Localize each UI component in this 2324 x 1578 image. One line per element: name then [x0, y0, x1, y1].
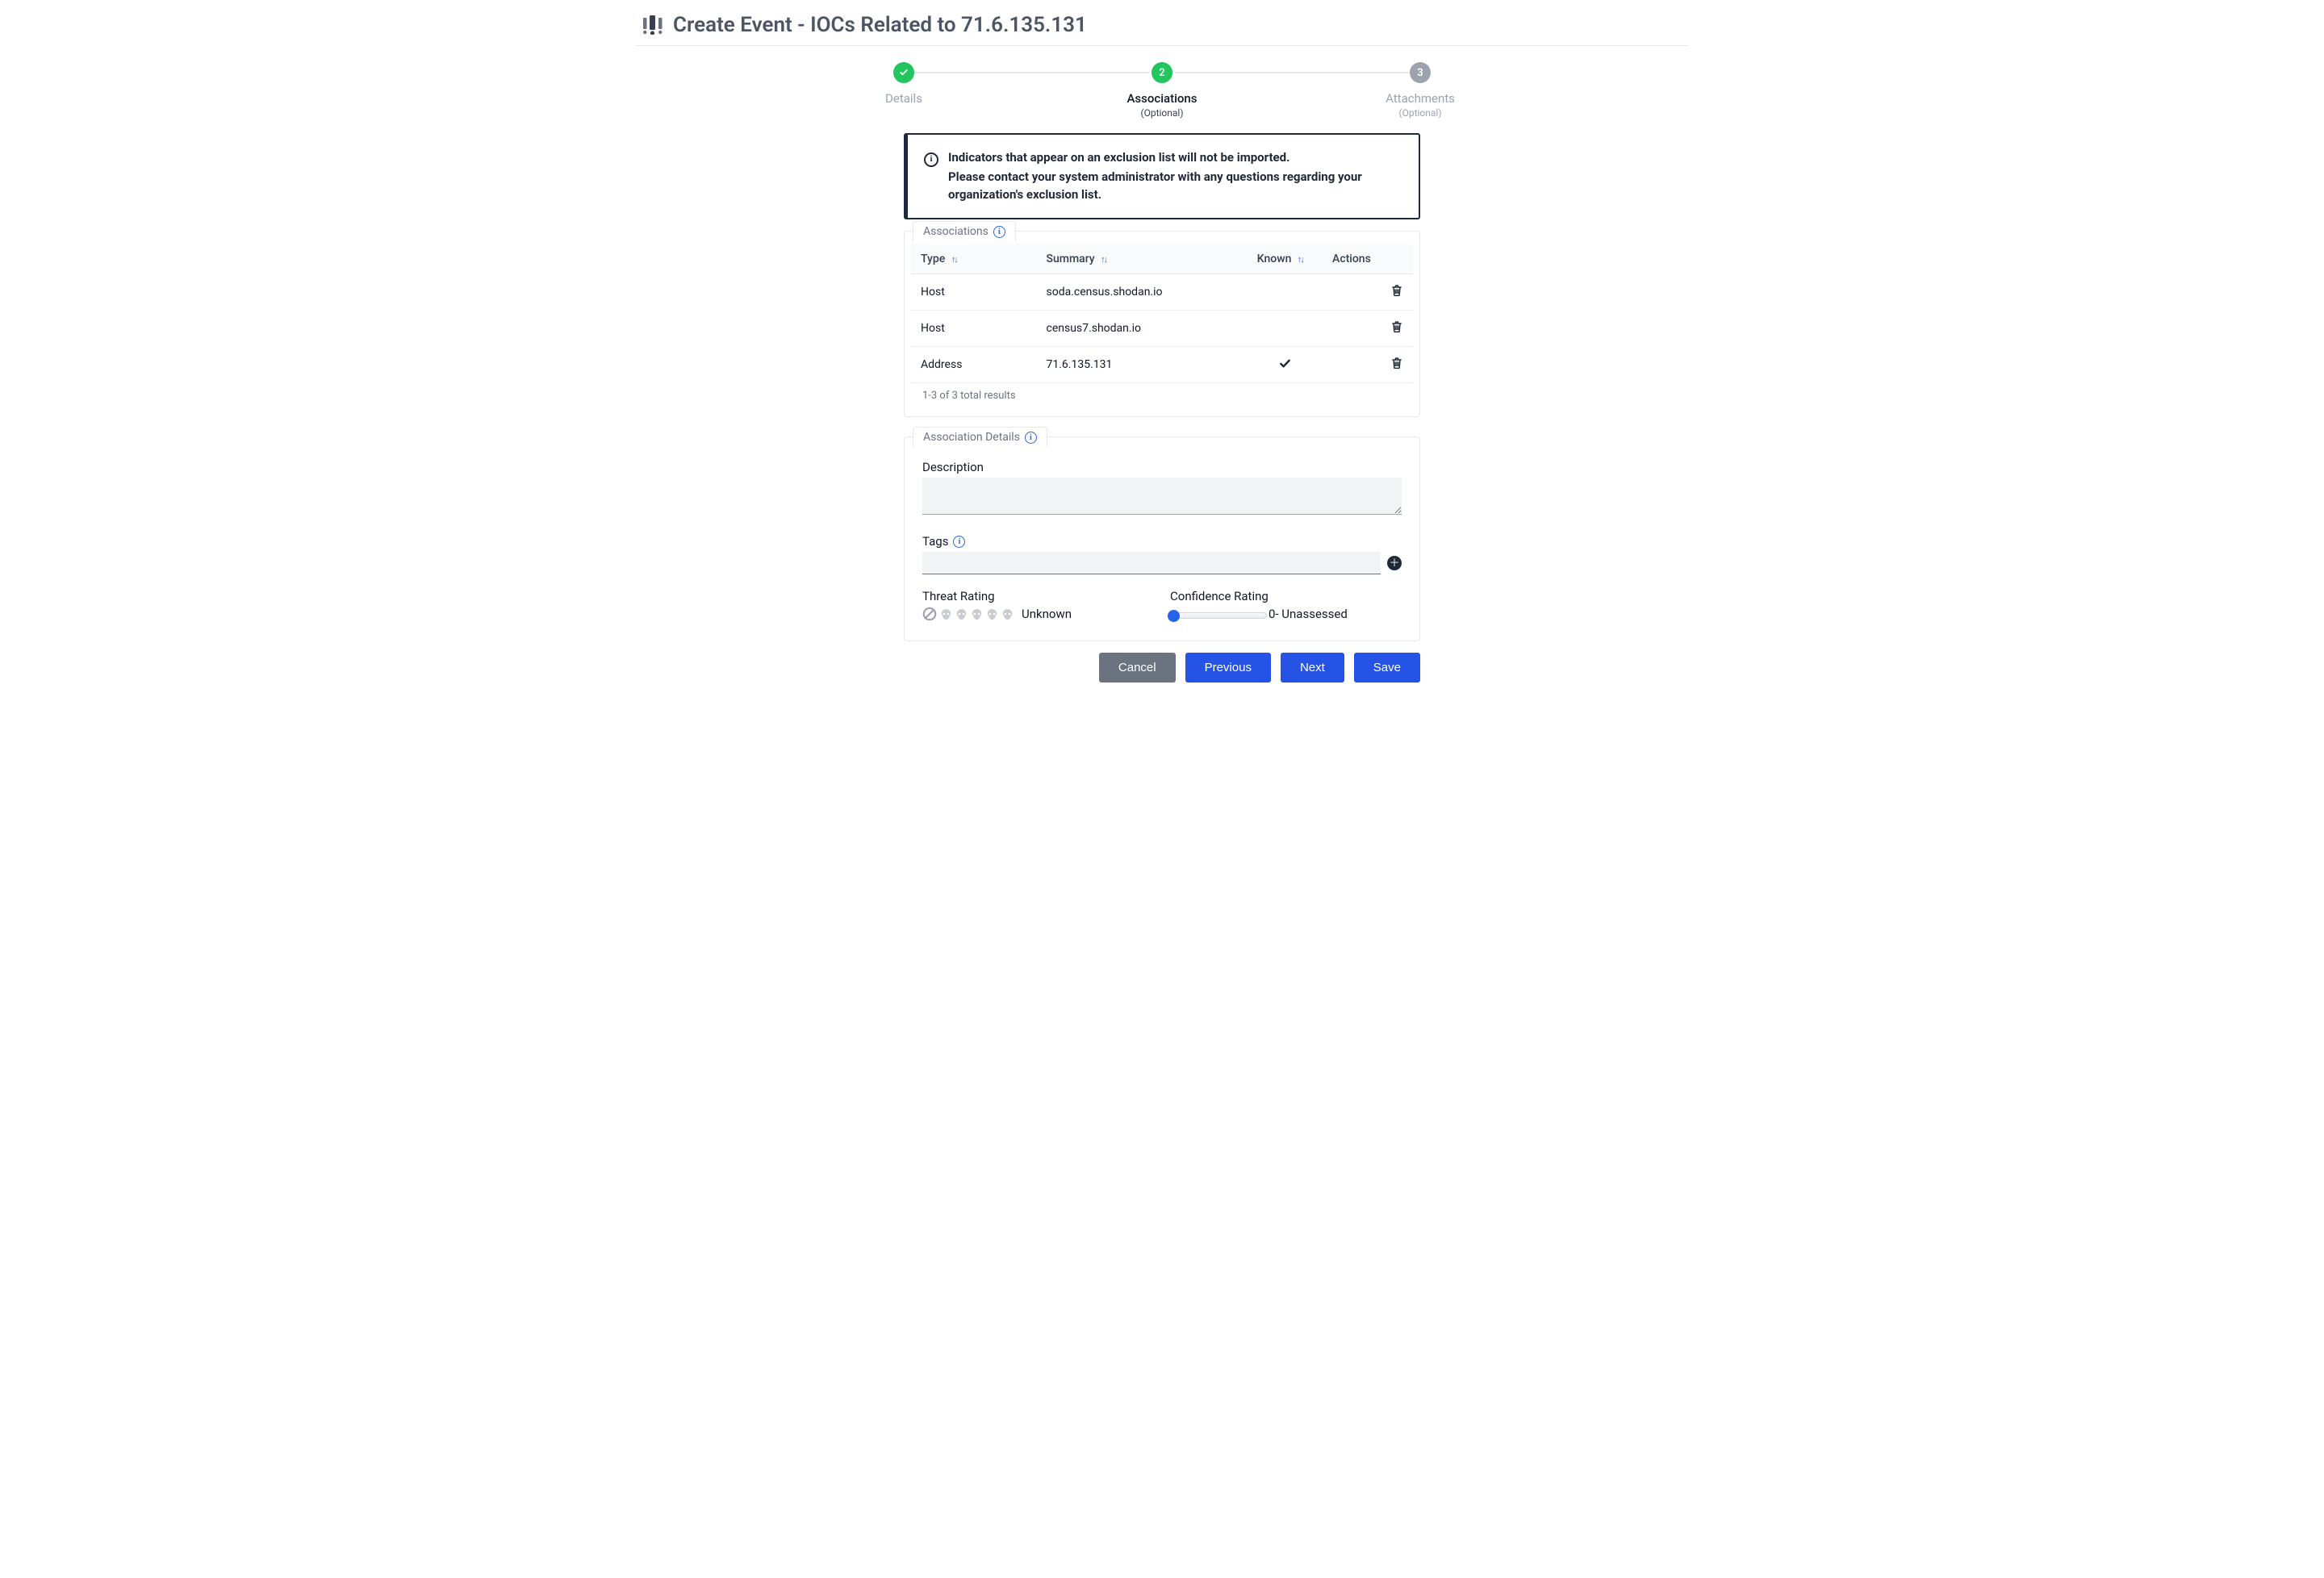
step-attachments[interactable]: 3 Attachments (Optional) — [1348, 62, 1493, 119]
step-label: Details — [885, 91, 922, 106]
delete-row-button[interactable] — [1390, 320, 1403, 333]
step-number: 3 — [1410, 62, 1431, 83]
skull-icon[interactable] — [940, 608, 952, 620]
add-tag-button[interactable]: ＋ — [1387, 556, 1402, 570]
threat-rating-label: Threat Rating — [922, 589, 1154, 603]
cell-summary: soda.census.shodan.io — [1037, 274, 1248, 311]
notice-line: Indicators that appear on an exclusion l… — [948, 149, 1402, 167]
step-label: Attachments — [1386, 91, 1455, 106]
info-icon[interactable]: i — [1025, 432, 1037, 444]
cell-type: Host — [911, 274, 1037, 311]
info-icon[interactable]: i — [993, 226, 1005, 238]
prohibited-icon[interactable] — [922, 607, 937, 621]
exclusion-notice: i Indicators that appear on an exclusion… — [904, 133, 1420, 219]
step-label: Associations — [1126, 91, 1197, 106]
column-header-actions: Actions — [1323, 244, 1413, 274]
info-icon[interactable]: i — [953, 536, 965, 548]
panel-tab-associations[interactable]: Associations i — [913, 221, 1016, 241]
associations-panel: Associations i Type ↑↓ Summary ↑↓ — [904, 231, 1420, 417]
column-header-summary[interactable]: Summary ↑↓ — [1037, 244, 1248, 274]
tab-text: Associations — [923, 225, 989, 238]
table-row[interactable]: Hostcensus7.shodan.io — [911, 311, 1413, 347]
tags-input[interactable] — [922, 552, 1381, 574]
cell-summary: 71.6.135.131 — [1037, 347, 1248, 383]
cell-known — [1248, 311, 1323, 347]
cell-known — [1248, 274, 1323, 311]
table-row[interactable]: Hostsoda.census.shodan.io — [911, 274, 1413, 311]
step-associations[interactable]: 2 Associations (Optional) — [1089, 62, 1235, 119]
column-header-known[interactable]: Known ↑↓ — [1248, 244, 1323, 274]
step-sublabel: (Optional) — [1398, 107, 1441, 119]
cell-type: Host — [911, 311, 1037, 347]
step-number: 2 — [1152, 62, 1172, 83]
delete-row-button[interactable] — [1390, 284, 1403, 297]
associations-table: Type ↑↓ Summary ↑↓ Known ↑↓ — [911, 244, 1413, 383]
step-sublabel: (Optional) — [1140, 107, 1183, 119]
cancel-button[interactable]: Cancel — [1099, 653, 1176, 683]
sort-icon: ↑↓ — [951, 254, 957, 265]
cell-known — [1248, 347, 1323, 383]
confidence-rating-label: Confidence Rating — [1170, 589, 1402, 603]
check-icon — [893, 62, 914, 83]
next-button[interactable]: Next — [1281, 653, 1344, 683]
save-button[interactable]: Save — [1354, 653, 1420, 683]
threat-value: Unknown — [1022, 607, 1072, 621]
cell-summary: census7.shodan.io — [1037, 311, 1248, 347]
skull-icon[interactable] — [955, 608, 968, 620]
sort-icon: ↑↓ — [1101, 254, 1106, 265]
skull-icon[interactable] — [971, 608, 983, 620]
column-header-type[interactable]: Type ↑↓ — [911, 244, 1037, 274]
result-count: 1-3 of 3 total results — [911, 383, 1413, 410]
description-label: Description — [922, 460, 1402, 474]
table-row[interactable]: Address71.6.135.131 — [911, 347, 1413, 383]
cell-type: Address — [911, 347, 1037, 383]
alert-bars-icon — [642, 15, 665, 35]
association-details-panel: Association Details i Description Tags i… — [904, 436, 1420, 641]
panel-tab-details[interactable]: Association Details i — [913, 427, 1047, 447]
confidence-slider[interactable] — [1170, 612, 1267, 619]
skull-icon[interactable] — [1001, 608, 1014, 620]
skull-icon[interactable] — [986, 608, 998, 620]
step-details[interactable]: Details — [831, 62, 976, 106]
notice-line: Please contact your system administrator… — [948, 169, 1402, 204]
threat-rating: Threat Rating Unknown — [922, 589, 1154, 621]
tags-label: Tags — [922, 534, 948, 549]
check-icon — [1279, 360, 1291, 373]
sort-icon: ↑↓ — [1298, 254, 1303, 265]
page-title: Create Event - IOCs Related to 71.6.135.… — [673, 13, 1087, 37]
tab-text: Association Details — [923, 431, 1020, 444]
action-buttons: Cancel Previous Next Save — [904, 653, 1420, 683]
info-icon: i — [924, 152, 938, 167]
page-header: Create Event - IOCs Related to 71.6.135.… — [636, 8, 1688, 46]
description-input[interactable] — [922, 478, 1402, 515]
confidence-rating: Confidence Rating 0- Unassessed — [1170, 589, 1402, 621]
previous-button[interactable]: Previous — [1185, 653, 1271, 683]
confidence-value: 0- Unassessed — [1269, 607, 1348, 621]
stepper: Details 2 Associations (Optional) 3 Atta… — [831, 62, 1493, 119]
delete-row-button[interactable] — [1390, 357, 1403, 369]
